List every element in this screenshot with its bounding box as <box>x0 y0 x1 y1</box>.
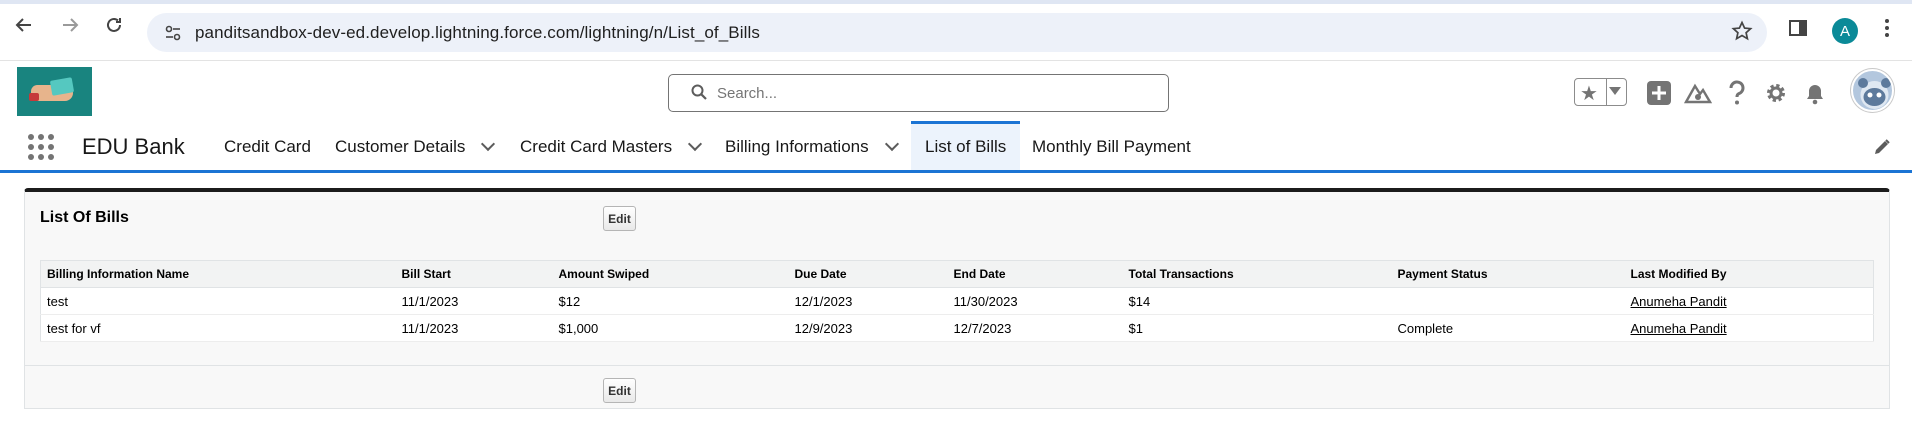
column-header[interactable]: Billing Information Name <box>40 260 396 288</box>
column-header[interactable]: Amount Swiped <box>552 260 789 288</box>
profile-avatar[interactable]: A <box>1832 18 1858 44</box>
column-header[interactable]: Bill Start <box>395 260 553 288</box>
global-create-icon[interactable] <box>1644 78 1674 108</box>
list-of-bills-page-block: List Of Bills Edit Billing Information N… <box>24 188 1890 409</box>
back-icon[interactable] <box>13 14 35 36</box>
cell-last-modified-by: Anumeha Pandit <box>1624 314 1874 342</box>
chevron-down-icon[interactable] <box>481 136 496 151</box>
edit-nav-pencil-icon[interactable] <box>1872 137 1892 157</box>
more-menu-icon[interactable] <box>1880 17 1894 44</box>
column-header[interactable]: Payment Status <box>1391 260 1625 288</box>
setup-gear-icon[interactable] <box>1761 78 1791 108</box>
chevron-down-icon[interactable] <box>688 136 703 151</box>
nav-tab-monthly-bill-payment[interactable]: Monthly Bill Payment <box>1018 123 1205 170</box>
cell-last-modified-by: Anumeha Pandit <box>1624 287 1874 315</box>
edit-button-top[interactable]: Edit <box>603 206 636 231</box>
favorite-star-icon[interactable]: ★ <box>1580 81 1598 106</box>
nav-tab-credit-card-masters[interactable]: Credit Card Masters <box>506 123 714 170</box>
site-info-icon[interactable] <box>163 23 183 43</box>
table-row: test 11/1/2023 $12 12/1/2023 11/30/2023 … <box>40 287 1874 315</box>
nav-tab-label: Credit Card <box>224 136 311 156</box>
cell-end-date: 12/7/2023 <box>947 314 1123 342</box>
url-text[interactable]: panditsandbox-dev-ed.develop.lightning.f… <box>195 23 760 43</box>
side-panel-icon[interactable] <box>1787 17 1809 44</box>
browser-toolbar: panditsandbox-dev-ed.develop.lightning.f… <box>0 0 1912 61</box>
app-launcher-icon[interactable] <box>28 134 54 160</box>
table-row: test for vf 11/1/2023 $1,000 12/9/2023 1… <box>40 314 1874 342</box>
app-navigation-bar: EDU Bank Credit Card Customer Details Cr… <box>0 121 1912 173</box>
user-link[interactable]: Anumeha Pandit <box>1631 321 1727 336</box>
cell-total-transactions: $1 <box>1122 314 1392 342</box>
search-icon <box>691 84 707 100</box>
cell-due-date: 12/9/2023 <box>788 314 948 342</box>
table-header-row: Billing Information Name Bill Start Amou… <box>40 260 1874 288</box>
cell-payment-status: Complete <box>1391 314 1625 342</box>
notifications-bell-icon[interactable] <box>1800 78 1830 108</box>
chevron-down-icon[interactable] <box>884 136 899 151</box>
logo-cuff-shape <box>29 93 39 101</box>
favorites-list-icon[interactable] <box>1609 87 1621 95</box>
cell-total-transactions: $14 <box>1122 287 1392 315</box>
favorites-button[interactable]: ★ <box>1574 78 1627 106</box>
cell-payment-status <box>1391 287 1625 315</box>
cell-bill-start: 11/1/2023 <box>395 314 553 342</box>
page-block-divider <box>25 365 1889 366</box>
nav-tab-billing-informations[interactable]: Billing Informations <box>711 123 911 170</box>
cell-end-date: 11/30/2023 <box>947 287 1123 315</box>
user-avatar[interactable] <box>1851 69 1894 112</box>
bookmark-star-icon[interactable] <box>1731 20 1753 48</box>
column-header[interactable]: Total Transactions <box>1122 260 1392 288</box>
address-bar[interactable]: panditsandbox-dev-ed.develop.lightning.f… <box>147 13 1767 52</box>
cell-billing-info-name: test for vf <box>40 314 396 342</box>
column-header[interactable]: End Date <box>947 260 1123 288</box>
app-name: EDU Bank <box>82 134 185 159</box>
favorites-divider <box>1606 79 1607 105</box>
cell-amount-swiped: $12 <box>552 287 789 315</box>
forward-icon[interactable] <box>59 14 81 36</box>
reload-icon[interactable] <box>103 14 125 36</box>
org-logo[interactable] <box>17 67 92 116</box>
nav-tab-label: Credit Card Masters <box>520 136 673 156</box>
nav-tab-label: List of Bills <box>925 137 1007 156</box>
trailhead-guidance-icon[interactable] <box>1683 78 1713 108</box>
nav-tab-label: Customer Details <box>335 136 466 156</box>
cell-due-date: 12/1/2023 <box>788 287 948 315</box>
tab-strip-edge <box>0 0 1912 4</box>
nav-tab-credit-card[interactable]: Credit Card <box>210 123 325 170</box>
nav-tab-customer-details[interactable]: Customer Details <box>321 123 507 170</box>
user-link[interactable]: Anumeha Pandit <box>1631 294 1727 309</box>
search-input[interactable] <box>717 83 1137 103</box>
help-icon[interactable] <box>1722 78 1752 108</box>
cell-bill-start: 11/1/2023 <box>395 287 553 315</box>
page-block-title: List Of Bills <box>40 209 129 226</box>
column-header[interactable]: Last Modified By <box>1624 260 1874 288</box>
nav-tab-label: Monthly Bill Payment <box>1032 136 1191 156</box>
bills-table: Billing Information Name Bill Start Amou… <box>40 260 1874 342</box>
cell-amount-swiped: $1,000 <box>552 314 789 342</box>
nav-tab-list-of-bills[interactable]: List of Bills <box>911 121 1021 170</box>
nav-tab-label: Billing Informations <box>725 136 869 156</box>
global-search[interactable] <box>668 74 1169 112</box>
edit-button-bottom[interactable]: Edit <box>603 378 636 403</box>
cell-billing-info-name: test <box>40 287 396 315</box>
column-header[interactable]: Due Date <box>788 260 948 288</box>
